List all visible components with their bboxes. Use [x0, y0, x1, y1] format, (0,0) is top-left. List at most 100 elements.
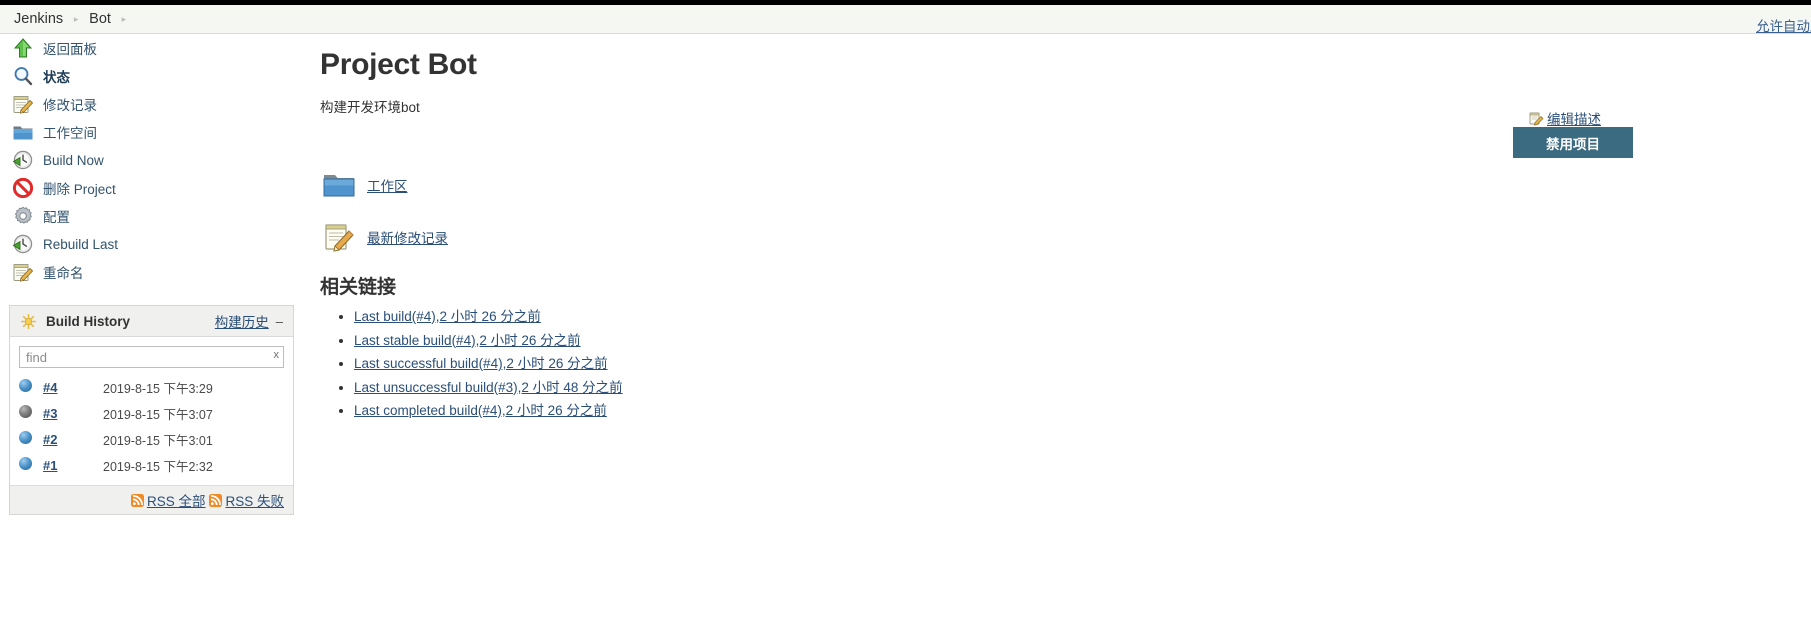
delete-forbidden-icon: [11, 176, 35, 200]
jenkins-project-page: Jenkins ▸ Bot ▸ 允许自动刷新 返回面板: [0, 0, 1811, 623]
recent-changes-link-label: 最新修改记录: [367, 231, 448, 246]
magnifier-icon: [11, 64, 35, 88]
build-history-title: Build History: [46, 313, 131, 329]
build-number-cell: #2: [43, 426, 103, 452]
list-item: Last stable build(#4),2 小时 26 分之前: [354, 329, 1500, 349]
build-number-link[interactable]: #3: [43, 406, 57, 421]
project-description: 构建开发环境bot: [320, 100, 420, 115]
sidebar-item-label: 配置: [43, 210, 70, 225]
build-status-cell: [19, 374, 43, 400]
last-unsuccessful-build-link[interactable]: Last unsuccessful build(#3),2 小时 48 分之前: [354, 380, 623, 395]
build-find-clear-button[interactable]: x: [274, 349, 280, 361]
build-status-cell: [19, 400, 43, 426]
sidebar-item-label: 工作空间: [43, 126, 97, 141]
rss-icon: [209, 493, 223, 507]
recent-changes-link[interactable]: 最新修改记录: [320, 220, 1500, 254]
last-successful-build-link[interactable]: Last successful build(#4),2 小时 26 分之前: [354, 356, 608, 371]
build-time-cell: 2019-8-15 下午3:07: [103, 400, 284, 426]
build-time-cell: 2019-8-15 下午3:29: [103, 374, 284, 400]
sidebar-item-changes[interactable]: 修改记录: [0, 90, 300, 118]
collapse-icon[interactable]: –: [276, 315, 283, 328]
list-item: Last build(#4),2 小时 26 分之前: [354, 305, 1500, 325]
page-title: Project Bot: [320, 48, 477, 81]
table-row[interactable]: #1 2019-8-15 下午2:32: [19, 452, 284, 478]
breadcrumb-separator-icon-2: ▸: [121, 14, 127, 24]
build-history-body: x #4 2019-8-15 下午3:29: [10, 337, 293, 478]
sidebar-item-label: 返回面板: [43, 42, 97, 57]
folder-icon: [11, 120, 35, 144]
build-status-cell: [19, 426, 43, 452]
build-status-cell: [19, 452, 43, 478]
sidebar-item-status[interactable]: 状态: [0, 62, 300, 90]
build-find-row: x: [19, 346, 284, 368]
sun-icon: [21, 313, 36, 329]
sidebar-item-delete-project[interactable]: 删除 Project: [0, 174, 300, 202]
sidebar-item-label: Build Now: [43, 152, 104, 168]
status-ball-blue-icon: [19, 431, 32, 444]
sidebar-item-rename[interactable]: 重命名: [0, 258, 300, 286]
build-time-cell: 2019-8-15 下午2:32: [103, 452, 284, 478]
build-number-cell: #1: [43, 452, 103, 478]
build-find-input[interactable]: [19, 346, 284, 368]
sidebar-item-workspace[interactable]: 工作空间: [0, 118, 300, 146]
list-item: Last completed build(#4),2 小时 26 分之前: [354, 399, 1500, 419]
sidebar-item-configure[interactable]: 配置: [0, 202, 300, 230]
build-history-footer: RSS 全部 RSS 失败: [10, 485, 293, 514]
rss-failed-link[interactable]: RSS 失败: [209, 490, 284, 510]
sidebar-item-label: 修改记录: [43, 98, 97, 113]
build-history-link[interactable]: 构建历史: [215, 311, 269, 331]
workspace-link[interactable]: 工作区: [320, 168, 1500, 202]
rss-failed-label: RSS 失败: [225, 494, 284, 509]
breadcrumb-item-jenkins[interactable]: Jenkins: [8, 5, 69, 33]
sidebar-item-build-now[interactable]: Build Now: [0, 146, 300, 174]
build-history-header: Build History 构建历史 –: [10, 306, 293, 337]
disable-project-button[interactable]: 禁用项目: [1513, 127, 1633, 158]
build-number-link[interactable]: #4: [43, 380, 57, 395]
breadcrumb-item-bot[interactable]: Bot: [83, 5, 117, 33]
table-row[interactable]: #2 2019-8-15 下午3:01: [19, 426, 284, 452]
list-item: Last successful build(#4),2 小时 26 分之前: [354, 352, 1500, 372]
sidebar-item-label: 状态: [43, 70, 70, 85]
build-timestamp: 2019-8-15 下午3:29: [103, 381, 213, 396]
edit-description-label: 编辑描述: [1547, 112, 1601, 127]
table-row[interactable]: #3 2019-8-15 下午3:07: [19, 400, 284, 426]
related-links-heading: 相关链接: [320, 277, 397, 298]
folder-icon: [320, 168, 358, 202]
last-stable-build-link[interactable]: Last stable build(#4),2 小时 26 分之前: [354, 333, 581, 348]
last-completed-build-link[interactable]: Last completed build(#4),2 小时 26 分之前: [354, 403, 607, 418]
status-ball-blue-icon: [19, 457, 32, 470]
build-number-link[interactable]: #1: [43, 458, 57, 473]
autorefresh-area: 允许自动刷新: [1756, 10, 1811, 39]
build-clock-icon: [11, 232, 35, 256]
build-number-link[interactable]: #2: [43, 432, 57, 447]
table-row[interactable]: #4 2019-8-15 下午3:29: [19, 374, 284, 400]
notepad-pencil-icon: [320, 220, 358, 254]
build-clock-icon: [11, 148, 35, 172]
main-content: Project Bot 构建开发环境bot 工作区 最新修改记录 相关链接 • …: [320, 34, 1500, 423]
notepad-pencil-icon: [11, 260, 35, 284]
sidebar-item-label: 重命名: [43, 266, 84, 281]
status-ball-grey-icon: [19, 405, 32, 418]
workspace-link-label: 工作区: [367, 179, 408, 194]
last-build-link[interactable]: Last build(#4),2 小时 26 分之前: [354, 309, 541, 324]
edit-note-icon: [1529, 111, 1544, 126]
build-timestamp: 2019-8-15 下午3:01: [103, 433, 213, 448]
project-action-links: 工作区 最新修改记录: [320, 168, 1500, 254]
build-number-cell: #4: [43, 374, 103, 400]
build-timestamp: 2019-8-15 下午3:07: [103, 407, 213, 422]
breadcrumb-separator-icon: ▸: [73, 14, 79, 24]
rss-all-link[interactable]: RSS 全部: [130, 490, 205, 510]
build-timestamp: 2019-8-15 下午2:32: [103, 459, 213, 474]
sidebar-item-back-to-dashboard[interactable]: 返回面板: [0, 34, 300, 62]
sidebar-item-label: 删除 Project: [43, 182, 116, 197]
build-time-cell: 2019-8-15 下午3:01: [103, 426, 284, 452]
notepad-pencil-icon: [11, 92, 35, 116]
edit-description-link[interactable]: 编辑描述: [1529, 108, 1601, 128]
status-ball-blue-icon: [19, 379, 32, 392]
up-arrow-icon: [11, 36, 35, 60]
breadcrumb-bar: Jenkins ▸ Bot ▸ 允许自动刷新: [0, 5, 1811, 34]
build-history-list: #4 2019-8-15 下午3:29 #3 2019-8-15 下午3:07 …: [19, 374, 284, 478]
build-history-panel: Build History 构建历史 – x #4: [9, 305, 294, 515]
sidebar-item-rebuild-last[interactable]: Rebuild Last: [0, 230, 300, 258]
enable-auto-refresh-link[interactable]: 允许自动刷新: [1756, 15, 1811, 35]
